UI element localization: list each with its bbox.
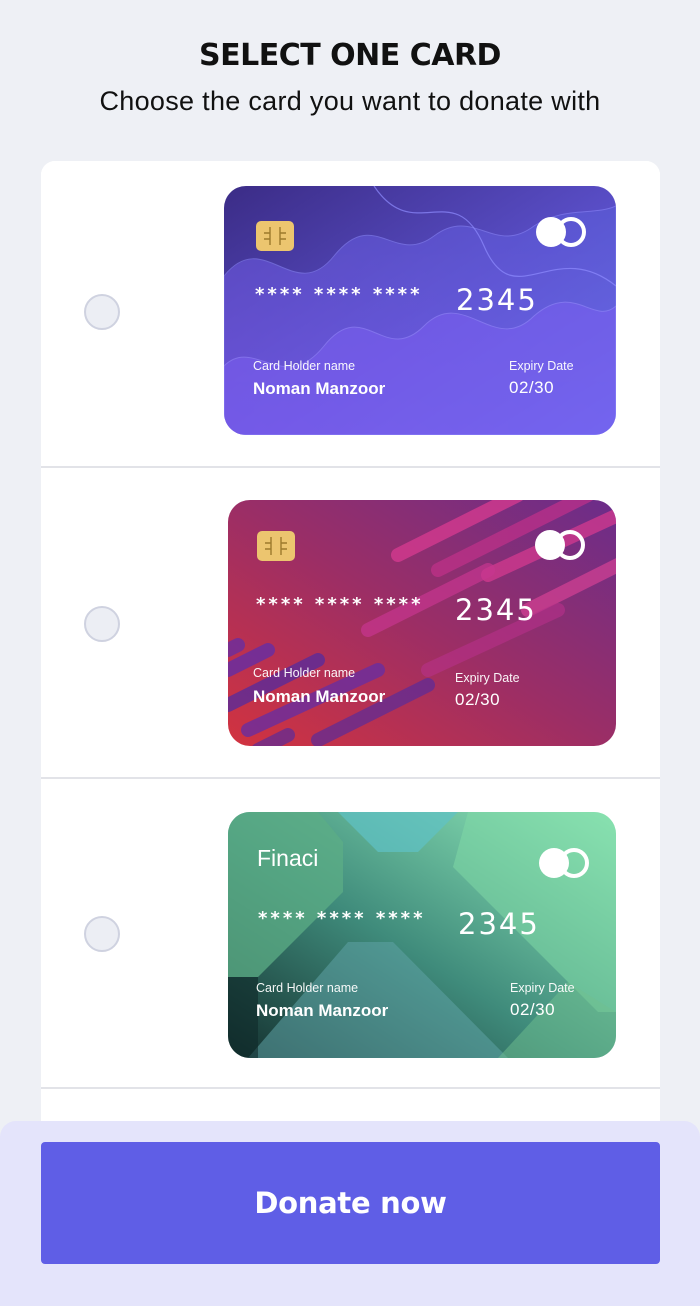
card-1-holder-name: Noman Manzoor	[253, 379, 386, 398]
card-list: **** **** **** 2345 Card Holder name Nom…	[41, 161, 660, 1161]
page-title: SELECT ONE CARD	[199, 38, 501, 73]
card-option-1[interactable]: **** **** **** 2345 Card Holder name Nom…	[41, 161, 660, 466]
card-3-bank-name: Finaci	[257, 845, 319, 871]
card-2-expiry-label: Expiry Date	[455, 671, 520, 685]
card-2-holder-label: Card Holder name	[253, 666, 356, 680]
card-2-network-logo-icon	[535, 530, 585, 560]
card-1-network-logo-icon	[536, 217, 586, 247]
card-1-last4: 2345	[456, 283, 538, 317]
card-3-holder-label: Card Holder name	[256, 981, 359, 995]
card-3-expiry-label: Expiry Date	[510, 981, 575, 995]
card-3-masked-number: **** **** ****	[258, 908, 426, 929]
card-2-radio[interactable]	[84, 606, 120, 642]
credit-card-1[interactable]: **** **** **** 2345 Card Holder name Nom…	[224, 186, 616, 435]
card-option-2[interactable]: **** **** **** 2345 Card Holder name Nom…	[41, 468, 660, 777]
card-3-radio[interactable]	[84, 916, 120, 952]
card-2-last4: 2345	[455, 593, 537, 627]
card-option-3[interactable]: Finaci **** **** **** 2345 Card Holder n…	[41, 779, 660, 1087]
card-1-chip-icon	[256, 221, 294, 251]
credit-card-2[interactable]: **** **** **** 2345 Card Holder name Nom…	[228, 500, 616, 746]
card-2-chip-icon	[257, 531, 295, 561]
card-1-holder-label: Card Holder name	[253, 359, 356, 373]
card-2-masked-number: **** **** ****	[256, 594, 424, 615]
card-3-expiry: 02/30	[510, 1000, 556, 1019]
card-3-last4: 2345	[458, 907, 540, 941]
page-subtitle: Choose the card you want to donate with	[99, 86, 601, 116]
card-1-radio[interactable]	[84, 294, 120, 330]
card-1-expiry: 02/30	[509, 378, 555, 397]
card-1-masked-number: **** **** ****	[255, 284, 423, 305]
donate-now-button[interactable]: Donate now	[41, 1142, 660, 1264]
card-1-expiry-label: Expiry Date	[509, 359, 574, 373]
card-3-network-logo-icon	[539, 848, 589, 878]
divider	[41, 1087, 660, 1089]
card-2-expiry: 02/30	[455, 690, 501, 709]
card-2-holder-name: Noman Manzoor	[253, 687, 386, 706]
credit-card-3[interactable]: Finaci **** **** **** 2345 Card Holder n…	[228, 812, 616, 1058]
card-3-holder-name: Noman Manzoor	[256, 1001, 389, 1020]
